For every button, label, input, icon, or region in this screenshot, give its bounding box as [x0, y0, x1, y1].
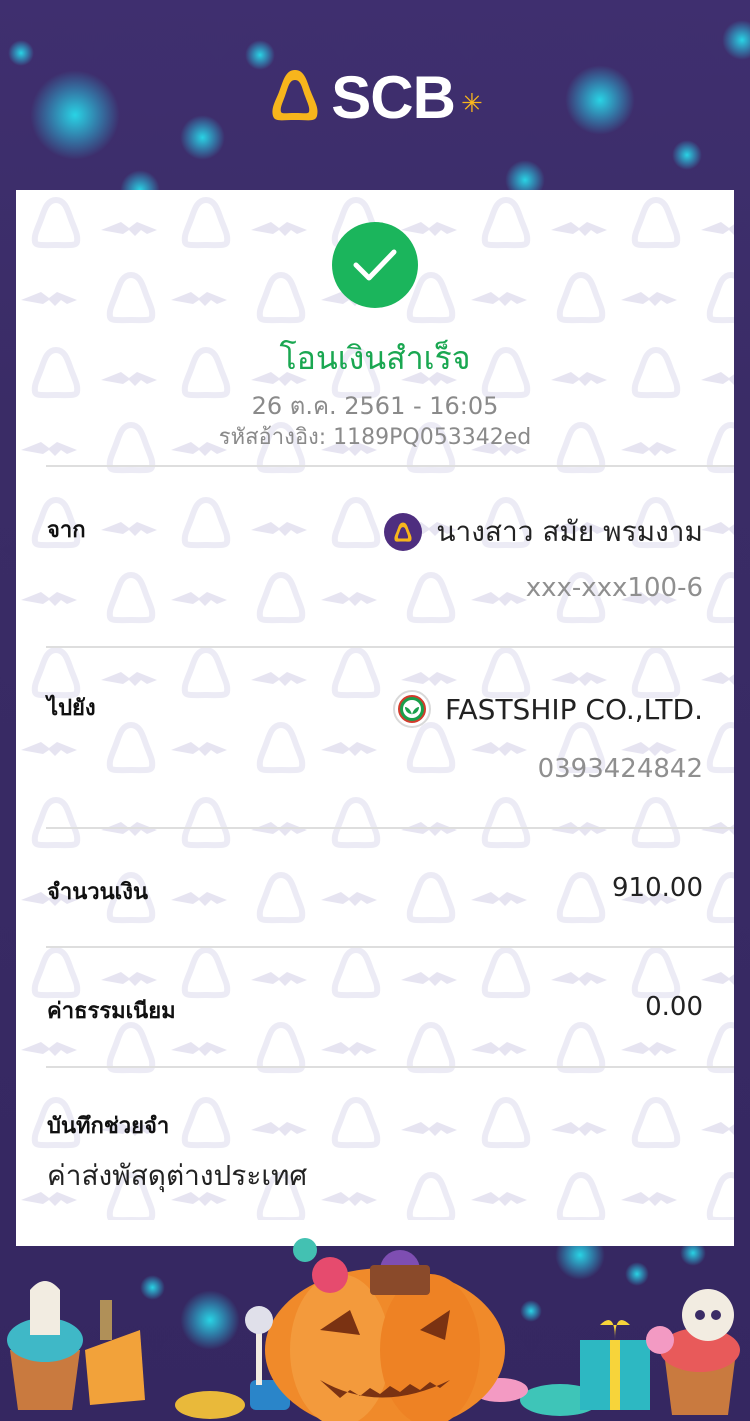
sparkle-icon: ✳: [460, 89, 483, 119]
to-label: ไปยัง: [47, 696, 96, 721]
scb-bank-icon: [384, 513, 423, 551]
divider: [46, 1066, 734, 1068]
amount-label: จำนวนเงิน: [47, 880, 148, 905]
from-name-text: นางสาว สมัย พรมงาม: [436, 515, 703, 548]
transfer-status-title: โอนเงินสำเร็จ: [279, 339, 471, 377]
to-account-name: FASTSHIP CO.,LTD.: [392, 690, 703, 728]
from-account-number: xxx-xxx100-6: [525, 573, 703, 603]
to-account-number: 0393424842: [537, 754, 703, 784]
divider: [46, 946, 734, 948]
divider: [46, 465, 734, 467]
app-header: SCB ✳: [0, 62, 750, 132]
divider: [46, 646, 734, 648]
fee-value: 0.00: [645, 992, 703, 1022]
from-label: จาก: [47, 518, 86, 543]
to-name-text: FASTSHIP CO.,LTD.: [444, 692, 703, 726]
transaction-reference: รหัสอ้างอิง: 1189PQ053342ed: [218, 425, 532, 450]
divider: [46, 827, 734, 829]
brand-logo-text: SCB: [331, 63, 456, 131]
fee-label: ค่าธรรมเนียม: [47, 999, 176, 1024]
transfer-receipt: โอนเงินสำเร็จ 26 ต.ค. 2561 - 16:05 รหัสอ…: [16, 190, 734, 1246]
memo-value: ค่าส่งพัสดุต่างประเทศ: [47, 1159, 308, 1192]
amount-value: 910.00: [612, 873, 703, 903]
from-account-name: นางสาว สมัย พรมงาม: [384, 510, 703, 554]
kbank-icon: [392, 690, 431, 728]
scb-logo-icon: [267, 66, 323, 128]
success-check-icon: [332, 222, 418, 308]
memo-label: บันทึกช่วยจำ: [47, 1114, 170, 1139]
halloween-illustration: [7, 1238, 740, 1421]
